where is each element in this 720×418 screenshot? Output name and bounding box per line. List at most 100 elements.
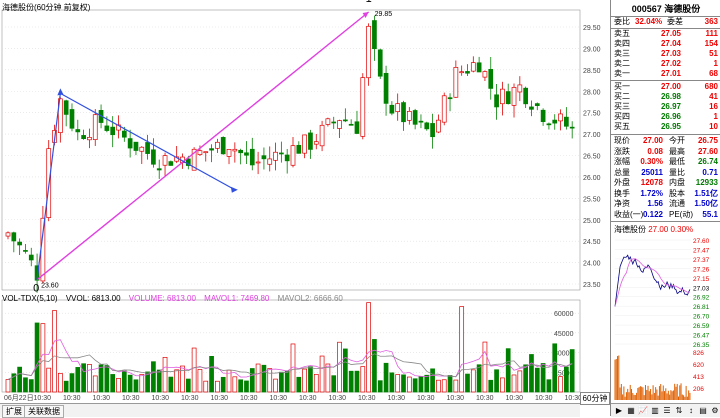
candle-body [284,154,290,162]
volume-bar [191,347,197,393]
candle-body [377,49,383,77]
candle-body [389,104,395,114]
time-tick-label: 10:30 [211,395,229,402]
candle-body [273,151,278,161]
volume-bar [139,374,145,393]
mini-price-tick: 27.26 [693,266,710,273]
time-tick-label: 10:30 [152,395,170,402]
volume-bar [63,380,69,393]
setting-icon[interactable]: ⚙ [709,405,720,416]
volume-bar [116,378,121,393]
volume-bar [494,369,499,393]
volume-bar [279,371,284,393]
volume-bar [534,367,540,393]
time-tick-label: 10:30 [122,395,140,402]
candle-body [569,126,575,129]
trade-icon[interactable]: ⇅ [673,405,685,416]
candle-body [40,217,46,282]
volume-bar [57,372,63,393]
candle-body [447,97,453,100]
bid-row[interactable]: 买五 26.95 10 [611,122,720,132]
candle-body [517,84,523,93]
sort-icon[interactable]: ↕ [685,405,697,416]
intraday-mini-chart[interactable]: 27.60 27.47 27.37 27.26 27.15 27.03 26.92 26.81… [611,234,720,402]
volume-bar [98,364,104,393]
candle-body [395,103,401,112]
candle-body [313,141,319,145]
volume-bar [156,369,162,393]
volume-bar [476,364,482,393]
volume-value: VOLUME: 6813.00 [128,294,196,303]
candle-body [23,250,28,252]
candle-body [302,134,307,154]
candle-body [500,88,505,105]
tab-related-data[interactable]: 关联数据 [24,405,64,418]
candle-body [552,119,558,124]
bid-row[interactable]: 买二 26.98 41 [611,92,720,102]
bid-row[interactable]: 买四 26.96 1 [611,112,720,122]
volume-bar [360,366,366,393]
volume-bar [366,302,371,393]
ask-row[interactable]: 卖五 27.05 111 [611,29,720,39]
volume-bar [28,379,34,393]
tab-extend[interactable]: 扩展 [2,405,26,418]
candle-body [279,152,284,155]
arrow-icon[interactable]: ▶ [613,405,625,416]
ask-row[interactable]: 卖四 27.04 154 [611,39,720,49]
volume-bar [313,373,319,393]
candle-body [337,120,342,129]
vol-indicator-name[interactable]: VOL-TDX(5,10) [2,294,58,303]
time-tick-label: 10:30 [447,395,465,402]
candle-body [220,137,226,155]
ask-row[interactable]: 卖二 27.02 1 [611,59,720,69]
price-tick-label: 23.50 [583,282,601,289]
bid-row[interactable]: 买一 27.00 680 [611,82,720,92]
candle-body [255,161,261,164]
price-tick-label: 29.50 [583,25,601,32]
candle-body [110,126,116,136]
stat-row: 涨跌 0.08 最高 27.60 [614,146,718,156]
time-tick-label: 10:30 [476,395,494,402]
vvol-value: VVOL: 6813.00 [65,294,121,303]
time-tick-label: 10:30 [388,395,406,402]
volume-bar [267,368,273,393]
volume-bar [412,378,418,393]
period-tab-60min[interactable]: 60分钟 [580,392,610,405]
volume-bar [121,370,127,393]
candle-body [308,132,313,150]
volume-bar [69,373,75,393]
candle-body [406,110,412,121]
grid-icon[interactable]: ▦ [625,405,637,416]
chart-icon[interactable]: 📈 [637,405,649,416]
bid-row[interactable]: 买三 26.97 16 [611,102,720,112]
kline-chart[interactable]: 29.50 29.00 28.50 28.00 27.50 27.00 26.50 26.00… [0,0,610,403]
list-icon[interactable]: ☰ [661,405,673,416]
volume-bar [552,343,558,393]
bar-icon[interactable]: ▥ [649,405,661,416]
candle-body [354,121,360,134]
price-tick-label: 26.50 [583,154,601,161]
candle-body [424,122,430,130]
price-tick-label: 29.00 [583,46,601,53]
time-tick-label: 06月22日 [4,394,34,402]
candle-body [529,106,534,110]
mini-price-tick: 26.35 [693,342,710,349]
volume-bar [162,356,168,393]
candle-body [441,95,447,123]
time-tick-label: 10:30 [358,395,376,402]
time-tick-label: 10:30 [181,395,199,402]
volume-bar [261,364,267,393]
ask-row[interactable]: 卖三 27.03 51 [611,49,720,59]
candle-body [465,71,470,74]
volume-bar [23,377,28,393]
volume-bar [180,365,185,393]
volume-bar [92,375,98,393]
ticket-icon[interactable]: ▤ [697,405,709,416]
volume-bar [209,356,214,393]
ask-row[interactable]: 卖一 27.01 68 [611,69,720,79]
volume-bar [203,380,209,393]
volume-bar [325,363,331,393]
mini-vol-tick: 620 [693,362,704,369]
volume-bar [558,376,563,393]
candle-body [226,149,232,157]
